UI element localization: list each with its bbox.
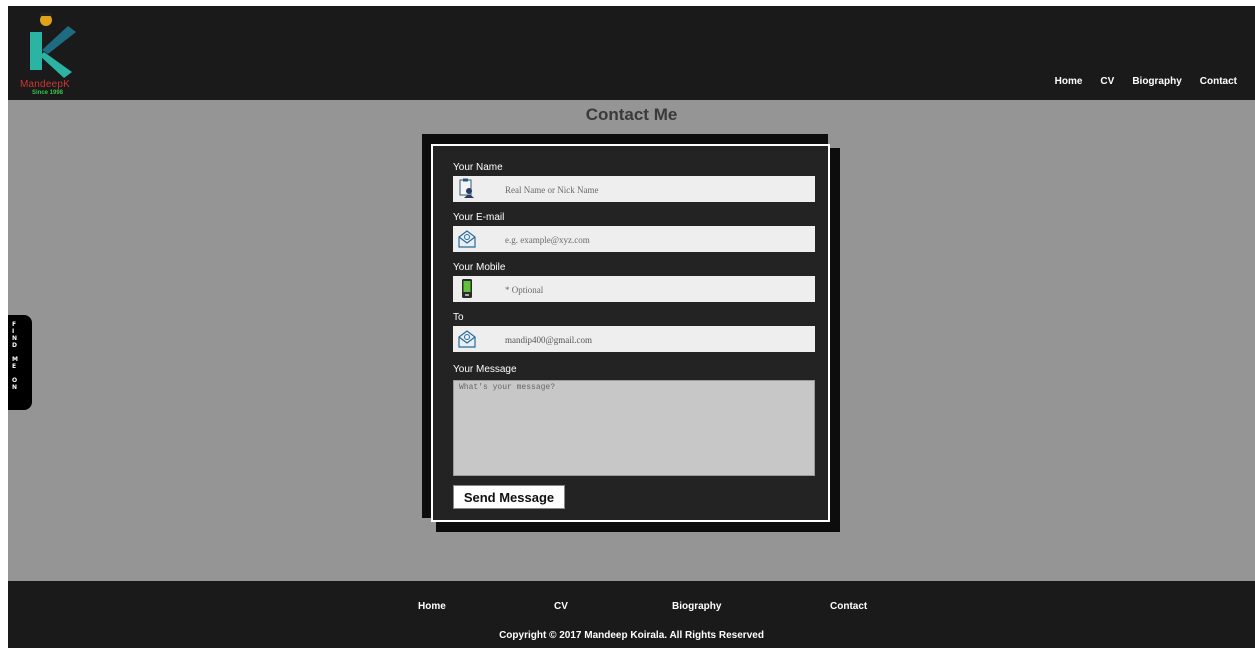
copyright: Copyright © 2017 Mandeep Koirala. All Ri… — [499, 630, 764, 641]
to-input[interactable] — [503, 330, 807, 350]
top-nav: Home CV Biography Contact — [1055, 76, 1237, 87]
nav-cv[interactable]: CV — [1100, 76, 1114, 87]
send-message-button[interactable]: Send Message — [453, 485, 565, 509]
header: MandeepK Since 1998 Home CV Biography Co… — [8, 6, 1255, 100]
footer-nav-biography[interactable]: Biography — [672, 601, 721, 612]
page-title: Contact Me — [585, 105, 678, 124]
to-label: To — [453, 312, 464, 323]
name-input[interactable] — [503, 180, 807, 200]
phone-icon — [462, 279, 472, 298]
mobile-field-row — [453, 276, 815, 302]
nav-contact[interactable]: Contact — [1200, 76, 1237, 87]
footer: Home CV Biography Contact Copyright © 20… — [8, 581, 1255, 648]
message-textarea[interactable] — [453, 380, 815, 476]
mobile-input[interactable] — [503, 280, 807, 300]
footer-nav-contact[interactable]: Contact — [830, 601, 867, 612]
name-field-row — [453, 176, 815, 202]
find-me-on-label: F I N D M E O N — [12, 321, 18, 391]
find-me-on-tab[interactable]: F I N D M E O N — [8, 315, 32, 410]
email-field-row — [453, 226, 815, 252]
nav-biography[interactable]: Biography — [1132, 76, 1181, 87]
nav-home[interactable]: Home — [1055, 76, 1083, 87]
mobile-label: Your Mobile — [453, 262, 506, 273]
to-field-row — [453, 326, 815, 352]
footer-nav-home[interactable]: Home — [418, 601, 446, 612]
footer-nav-cv[interactable]: CV — [554, 601, 568, 612]
page: MandeepK Since 1998 Home CV Biography Co… — [8, 6, 1255, 648]
mail-icon — [458, 230, 476, 248]
brand-since: Since 1998 — [32, 90, 64, 96]
email-input[interactable] — [503, 230, 807, 250]
name-label: Your Name — [453, 162, 503, 173]
id-card-icon — [459, 178, 474, 198]
contact-form: Your Name Your E-mail Your Mobile — [431, 144, 830, 522]
brand-name: MandeepK — [20, 79, 70, 90]
email-label: Your E-mail — [453, 212, 505, 223]
message-label: Your Message — [453, 364, 517, 375]
mail-icon — [458, 330, 476, 348]
